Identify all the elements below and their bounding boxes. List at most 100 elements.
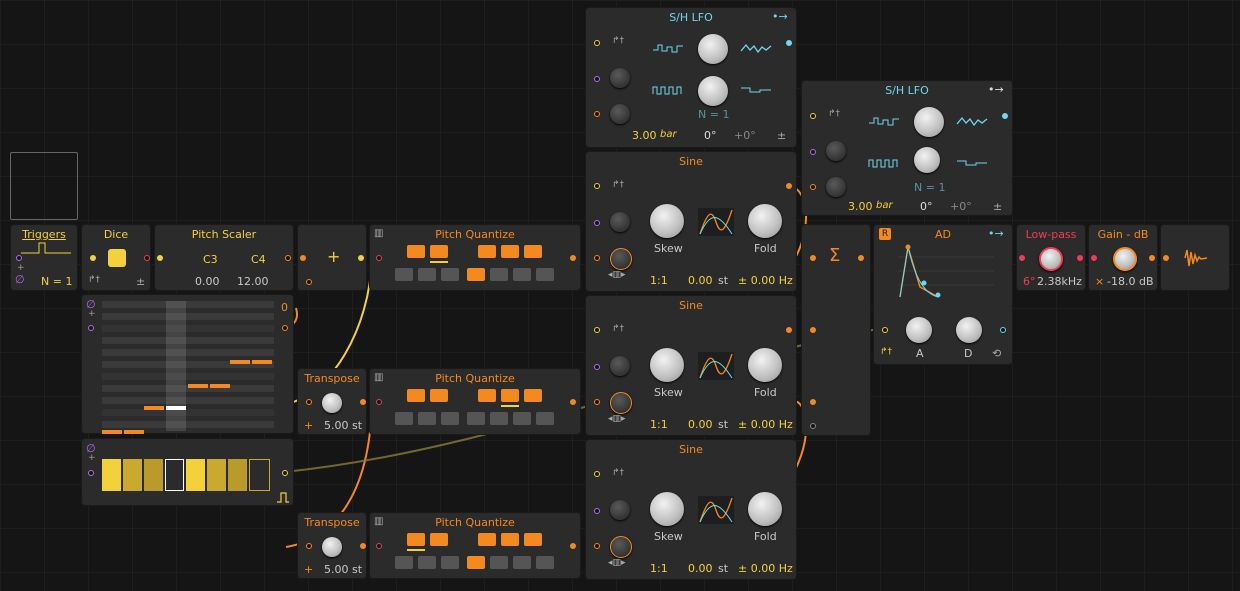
transpose-module-2[interactable]: Transpose + 5.00 st [297,512,367,579]
sh-lfo-output-port[interactable] [1002,113,1008,119]
sh-lfo-trigger-port[interactable] [810,113,816,119]
transpose-input-port[interactable] [306,543,312,549]
sh-lfo-shape-knob[interactable] [698,76,728,106]
transpose-knob[interactable] [322,537,342,557]
scale-key[interactable] [467,268,485,281]
scale-key[interactable] [536,412,554,425]
gate-step[interactable] [123,459,142,491]
sine-trigger-port[interactable] [594,327,600,333]
sine-pitch-port[interactable] [594,399,600,405]
sine-skew-knob[interactable] [650,204,684,238]
audio-output-module[interactable] [1160,224,1230,291]
sh-lfo-mod-port[interactable] [810,149,816,155]
ad-decay-knob[interactable] [956,317,982,343]
sh-lfo-mod-port[interactable] [594,76,600,82]
adder-output-port[interactable] [358,255,364,261]
sh-lfo-output-port[interactable] [786,40,792,46]
sine-mod-knob[interactable] [610,212,630,232]
pitch-quantize-output-port[interactable] [570,543,576,549]
dice-module[interactable]: Dice ↱† ± [81,224,151,291]
sine-frequency[interactable]: ± 0.00 Hz [738,562,793,575]
scale-key[interactable] [490,268,508,281]
sine-ratio[interactable]: 1:1 [650,562,668,575]
sh-lfo-depth-knob[interactable] [914,107,944,137]
ad-trigger-port[interactable] [882,327,888,333]
scale-key[interactable] [536,556,554,569]
sine-pitch-port[interactable] [594,543,600,549]
mixer-output-port[interactable] [858,255,864,261]
sine-pitch-knob[interactable] [610,536,632,558]
scale-key[interactable] [430,389,448,402]
pitch-scaler-low-value[interactable]: 0.00 [195,275,220,288]
sine-ratio[interactable]: 1:1 [650,274,668,287]
pitch-quantize-input-port[interactable] [376,543,382,549]
scale-key[interactable] [513,412,531,425]
mixer-input-4[interactable] [810,423,816,429]
scale-key[interactable] [536,268,554,281]
scale-key[interactable] [395,556,413,569]
sh-lfo-shape-knob[interactable] [914,147,940,173]
sh-lfo-phase[interactable]: 0° [704,129,717,142]
transpose-module-1[interactable]: Transpose + 5.00 st [297,368,367,435]
scale-key[interactable] [513,556,531,569]
transpose-input-port[interactable] [306,399,312,405]
sine-pitch-knob[interactable] [610,392,632,414]
sine-oscillator-2[interactable]: Sine ↱† ◂▥▸ Skew Fold 1:1 0.00 st ± 0.00… [585,295,797,436]
scale-key[interactable] [478,245,496,258]
sine-frequency[interactable]: ± 0.00 Hz [738,274,793,287]
sh-lfo-mod-knob[interactable] [610,68,630,88]
sine-oscillator-1[interactable]: Sine ↱† ◂▥▸ Skew Fold 1:1 0.00 st ± 0.00… [585,151,797,292]
scale-key[interactable] [478,533,496,546]
output-route-icon[interactable]: •→ [772,10,788,23]
sh-lfo-phase[interactable]: 0° [920,200,933,213]
pitch-quantize-module-1[interactable]: ▥ Pitch Quantize [369,224,581,291]
ad-output-port[interactable] [1000,327,1006,333]
scale-key[interactable] [430,245,448,258]
sh-lfo-module-1[interactable]: S/H LFO •→ ↱† N = 1 3.00 bar 0° +0° ± [585,7,797,148]
scale-key[interactable] [430,533,448,546]
gain-value[interactable]: -18.0 dB [1107,275,1154,288]
sine-mod-port[interactable] [594,220,600,226]
sh-lfo-rate-value[interactable]: 3.00 [848,200,873,213]
scale-key[interactable] [501,245,519,258]
sh-lfo-rate-knob[interactable] [610,104,630,124]
sine-mod-knob[interactable] [610,356,630,376]
mixer-input-1[interactable] [810,255,816,261]
sh-lfo-offset[interactable]: +0° [734,129,756,142]
sine-semitones[interactable]: 0.00 [688,274,713,287]
scale-key[interactable] [418,556,436,569]
sequencer-note[interactable] [166,406,186,410]
sine-trigger-port[interactable] [594,183,600,189]
scale-key[interactable] [467,556,485,569]
audio-output-input-port[interactable] [1163,255,1169,261]
gain-input-port[interactable] [1091,255,1097,261]
scale-key[interactable] [524,533,542,546]
pitch-quantize-output-port[interactable] [570,399,576,405]
sine-semitones[interactable]: 0.00 [688,562,713,575]
sine-fold-knob[interactable] [748,204,782,238]
dice-input-port[interactable] [90,255,96,261]
adder-input-b[interactable] [306,279,312,285]
sh-lfo-rate-unit[interactable]: bar [660,129,677,140]
lowpass-module[interactable]: Low-pass 6° 2.38kHz [1016,224,1086,291]
pitch-scaler-high-value[interactable]: 12.00 [237,275,269,288]
adder-module[interactable]: + [297,224,367,291]
scale-key[interactable] [441,556,459,569]
sh-lfo-rate-unit[interactable]: bar [876,200,893,211]
sine-mod-port[interactable] [594,508,600,514]
mixer-input-3[interactable] [810,399,816,405]
scale-key[interactable] [395,268,413,281]
lowpass-cutoff-value[interactable]: 2.38kHz [1037,275,1082,288]
scale-key[interactable] [467,412,485,425]
sine-mod-knob[interactable] [610,500,630,520]
sine-pitch-knob[interactable] [610,248,632,270]
gate-step[interactable] [186,459,205,491]
pitch-scaler-high-note[interactable]: C4 [251,253,266,266]
sequencer-note[interactable] [102,430,122,434]
lowpass-cutoff-knob[interactable] [1039,247,1063,271]
sine-mod-port[interactable] [594,364,600,370]
pitch-quantize-module-2[interactable]: ▥ Pitch Quantize [369,368,581,435]
sine-fold-knob[interactable] [748,348,782,382]
scale-key[interactable] [478,389,496,402]
transpose-output-port[interactable] [360,543,366,549]
